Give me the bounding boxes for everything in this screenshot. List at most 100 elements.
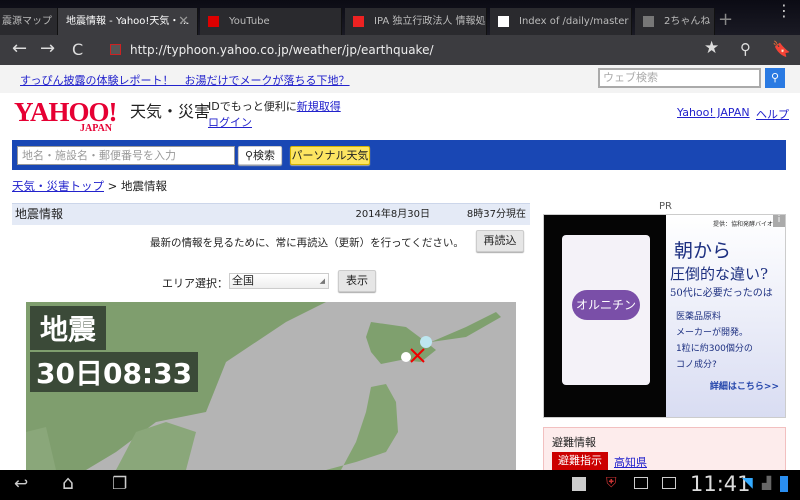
ad-banner[interactable]: オルニチン 提供：協和発酵バイオ 朝から 圧倒的な違い? 50代に必要だったのは… — [543, 214, 786, 418]
tab-label: 地震情報 - Yahoo!天気・… — [66, 16, 190, 27]
product-package: オルニチン — [562, 235, 650, 385]
reload-notice: 最新の情報を見るために、常に再読込（更新）を行ってください。 — [150, 237, 464, 249]
wifi-icon: ◥ — [742, 475, 753, 491]
tab-label: Index of /daily/master — [519, 16, 629, 27]
evacuation-title: 避難情報 — [552, 436, 596, 449]
earthquake-map[interactable]: 地震 30日08:33 — [26, 302, 516, 470]
security-icon[interactable]: ⛨ — [606, 475, 617, 491]
battery-icon — [780, 476, 788, 492]
intensity-marker — [420, 336, 432, 348]
time: 8時37分現在 — [466, 209, 526, 220]
ad-body: 医薬品原料メーカーが開発。 1粒に約300個分の コノ成分? — [676, 309, 785, 373]
map-title: 地震 — [30, 306, 107, 350]
home-nav-icon[interactable]: ⌂ — [62, 472, 74, 494]
logo-sub: JAPAN — [80, 123, 113, 134]
personal-weather-button[interactable]: パーソナル天気 — [290, 146, 370, 165]
yahoo-logo[interactable]: YAHOO! JAPAN — [14, 97, 118, 134]
date: 2014年8月30日 — [355, 209, 430, 220]
reload-button[interactable]: 再読込 — [476, 230, 524, 252]
search-label: 検索 — [253, 149, 276, 162]
ipa-icon — [353, 15, 364, 27]
url-input[interactable]: http://typhoon.yahoo.co.jp/weather/jp/ea… — [130, 40, 740, 60]
info-icon[interactable]: i — [773, 215, 785, 227]
new-tab-icon[interactable]: + — [718, 9, 733, 30]
star-icon[interactable]: ★ — [704, 38, 719, 58]
web-search-input[interactable]: ウェブ検索 — [598, 68, 761, 88]
kuril-islands — [431, 312, 501, 342]
area-label: エリア選択： — [162, 277, 228, 290]
area-value: 全国 — [232, 274, 254, 287]
search-bar: 地名・施設名・郵便番号を入力 ⚲検索 パーソナル天気 — [12, 140, 786, 170]
promo-link[interactable]: すっぴん披露の体験レポート！ お湯だけでメークが落ちる下地？ — [20, 72, 350, 88]
breadcrumb-current: 地震情報 — [120, 179, 167, 193]
dropdown-icon: ◢ — [319, 277, 325, 285]
tab-label: YouTube — [229, 16, 270, 27]
id-promo: IDでもっと便利に新規取得ログイン — [208, 98, 341, 130]
tab-label: 2ちゃんね — [664, 16, 711, 27]
ad-line: 圧倒的な違い? — [670, 265, 769, 283]
show-button[interactable]: 表示 — [338, 270, 376, 292]
youtube-icon — [208, 15, 219, 27]
menu-icon[interactable]: ⋮ — [776, 3, 792, 19]
ad-line: 朝から — [674, 240, 732, 262]
promo-bar: すっぴん披露の体験レポート！ お湯だけでメークが落ちる下地？ ウェブ検索 ⚲ — [0, 65, 800, 93]
close-tab-icon[interactable]: ✕ — [178, 8, 189, 35]
ad-more-link[interactable]: 詳細はこちら>> — [666, 379, 785, 392]
search-button[interactable]: ⚲検索 — [238, 146, 282, 165]
section-header: 地震情報 2014年8月30日 8時37分現在 — [12, 203, 530, 225]
reload-icon[interactable]: C — [72, 40, 83, 59]
login-link[interactable]: ログイン — [208, 116, 252, 129]
tab-2ch[interactable]: 2ちゃんね — [635, 8, 715, 35]
bookmarks-icon[interactable]: 🔖 — [772, 40, 791, 58]
ad-line: メーカーが開発。 — [676, 328, 749, 338]
ad-provider: 提供：協和発酵バイオ — [712, 221, 773, 228]
signup-link[interactable]: 新規取得 — [297, 100, 341, 113]
page-title: 地震情報 — [15, 207, 64, 221]
signal-icon: ▟ — [762, 476, 772, 490]
honshu — [326, 384, 398, 470]
tab-earthquake[interactable]: 地震情報 - Yahoo!天気・… ✕ — [58, 8, 198, 35]
back-icon[interactable]: ← — [12, 38, 27, 59]
screenshot-icon[interactable] — [634, 477, 648, 489]
product-name: オルニチン — [572, 290, 640, 320]
ad-line: 医薬品原料 — [676, 312, 722, 322]
ad-image: オルニチン — [544, 215, 666, 417]
map-time: 30日08:33 — [30, 352, 199, 392]
recent-apps-icon[interactable]: ❐ — [112, 474, 127, 494]
yahoo-favicon — [110, 44, 121, 55]
tab-ipa[interactable]: IPA 独立行政法人 情報処… — [345, 8, 487, 35]
ad-text: 提供：協和発酵バイオ 朝から 圧倒的な違い? 50代に必要だったのは 医薬品原料… — [666, 215, 785, 417]
ad-line: 50代に必要だったのは — [670, 288, 773, 299]
tab-index[interactable]: Index of /daily/master — [490, 8, 632, 35]
tab-label: 震源マップ — [2, 16, 52, 27]
screen-fit-icon[interactable] — [662, 477, 676, 489]
pr-label: PR — [659, 201, 672, 212]
tab-label: IPA 独立行政法人 情報処… — [374, 16, 487, 27]
service-title: 天気・災害 — [130, 102, 211, 121]
address-bar: ← → C http://typhoon.yahoo.co.jp/weather… — [0, 35, 800, 65]
prefecture-link[interactable]: 高知県 — [614, 454, 647, 470]
search-icon[interactable]: ⚲ — [740, 40, 751, 58]
location-search-input[interactable]: 地名・施設名・郵便番号を入力 — [17, 146, 235, 165]
forward-icon[interactable]: → — [40, 38, 55, 59]
ad-line: 1粒に約300個分の — [676, 344, 753, 354]
intensity-marker — [401, 352, 411, 362]
evacuation-badge: 避難指示 — [552, 452, 608, 470]
yahoo-japan-link[interactable]: Yahoo! JAPAN — [677, 106, 750, 119]
breadcrumb-separator: > — [107, 179, 118, 193]
tab-youtube[interactable]: YouTube — [200, 8, 342, 35]
breadcrumb-top-link[interactable]: 天気・災害トップ — [12, 179, 104, 193]
tab-shingen-map[interactable]: 震源マップ — [0, 8, 58, 35]
help-link[interactable]: ヘルプ — [756, 106, 789, 122]
notification-app-icon[interactable] — [572, 477, 586, 491]
breadcrumb: 天気・災害トップ > 地震情報 — [12, 178, 167, 194]
tab-bar: 震源マップ 地震情報 - Yahoo!天気・… ✕ YouTube IPA 独立行… — [0, 0, 800, 35]
site-icon — [643, 15, 654, 27]
system-nav-bar: ↩ ⌂ ❐ ⛨ 11:41 ◥ ▟ — [0, 470, 800, 500]
id-text: IDでもっと便利に — [208, 100, 297, 113]
ad-line: コノ成分? — [676, 360, 717, 370]
back-nav-icon[interactable]: ↩ — [14, 474, 28, 494]
area-select[interactable]: 全国 ◢ — [229, 273, 329, 289]
document-icon — [498, 15, 509, 27]
web-search-button[interactable]: ⚲ — [765, 68, 785, 88]
